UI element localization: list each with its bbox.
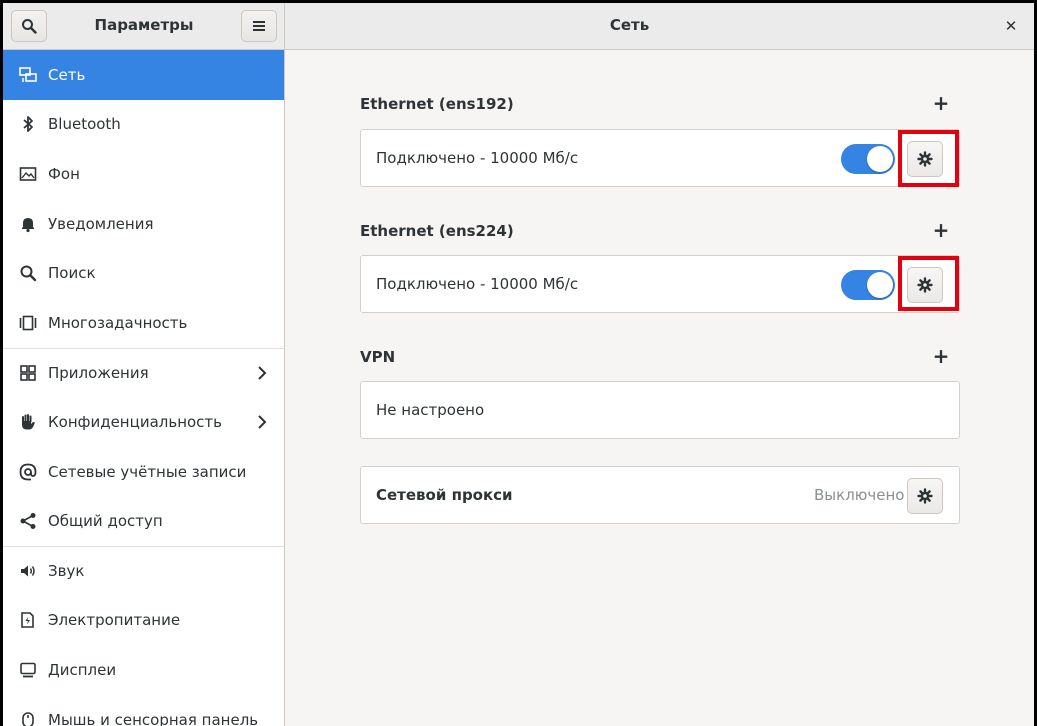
- sidebar: Сеть Bluetooth Фон Уведомления Поиск Мно…: [3, 50, 285, 726]
- close-icon: ✕: [1004, 17, 1018, 35]
- apps-grid-icon: [19, 364, 37, 382]
- sidebar-item-apps[interactable]: Приложения: [3, 347, 284, 398]
- background-icon: [19, 165, 37, 183]
- sidebar-item-background[interactable]: Фон: [3, 149, 284, 199]
- sidebar-item-multitasking[interactable]: Многозадачность: [3, 298, 284, 348]
- ethernet-ens224-card: Подключено - 10000 Мб/с: [360, 255, 960, 313]
- ethernet-ens224-title: Ethernet (ens224): [360, 222, 514, 240]
- sidebar-item-label: Конфиденциальность: [48, 412, 223, 431]
- vpn-card: Не настроено: [360, 381, 960, 439]
- ethernet-ens224-status: Подключено - 10000 Мб/с: [376, 275, 579, 293]
- highlight-frame: [898, 256, 959, 311]
- ethernet-ens224-switch[interactable]: [841, 270, 895, 300]
- sidebar-item-sound[interactable]: Звук: [3, 545, 284, 596]
- proxy-label: Сетевой прокси: [376, 486, 513, 504]
- sidebar-item-privacy[interactable]: Конфиденциальность: [3, 397, 284, 447]
- sidebar-item-label: Многозадачность: [48, 313, 188, 332]
- proxy-status: Выключено: [814, 486, 905, 504]
- sidebar-item-power[interactable]: Электропитание: [3, 596, 284, 646]
- sidebar-item-displays[interactable]: Дисплеи: [3, 645, 284, 695]
- network-icon: [19, 66, 37, 84]
- ethernet-ens192-card: Подключено - 10000 Мб/с: [360, 129, 960, 187]
- sidebar-item-label: Звук: [48, 562, 85, 581]
- sidebar-item-mouse[interactable]: Мышь и сенсорная панель: [3, 695, 284, 726]
- add-vpn-button[interactable]: +: [931, 344, 951, 368]
- bluetooth-icon: [19, 115, 37, 133]
- sidebar-header: Параметры: [3, 3, 285, 50]
- sidebar-item-label: Электропитание: [48, 611, 181, 630]
- search-icon: [19, 264, 37, 282]
- sidebar-item-label: Приложения: [48, 363, 149, 382]
- sidebar-item-network[interactable]: Сеть: [3, 50, 284, 100]
- sidebar-item-online-accounts[interactable]: Сетевые учётные записи: [3, 447, 284, 497]
- speaker-icon: [19, 562, 37, 580]
- highlight-frame: [898, 130, 959, 187]
- sidebar-item-bluetooth[interactable]: Bluetooth: [3, 100, 284, 150]
- display-icon: [19, 661, 37, 679]
- sidebar-item-label: Поиск: [48, 264, 96, 283]
- chevron-right-icon: [258, 366, 267, 380]
- proxy-card[interactable]: Сетевой прокси Выключено: [360, 466, 960, 524]
- share-icon: [19, 512, 37, 530]
- proxy-settings-button[interactable]: [907, 478, 943, 514]
- page-title: Сеть: [609, 16, 650, 34]
- bell-icon: [19, 215, 37, 233]
- gear-icon: [917, 488, 933, 504]
- sidebar-item-label: Сеть: [48, 65, 86, 84]
- hamburger-icon: [253, 21, 265, 31]
- ethernet-ens192-switch[interactable]: [841, 144, 895, 174]
- network-panel: Ethernet (ens192) + Подключено - 10000 М…: [286, 50, 1034, 726]
- switch-knob: [867, 272, 893, 298]
- power-icon: [19, 611, 37, 629]
- sidebar-item-sharing[interactable]: Общий доступ: [3, 496, 284, 546]
- ethernet-ens192-title: Ethernet (ens192): [360, 95, 514, 113]
- sidebar-item-notifications[interactable]: Уведомления: [3, 199, 284, 249]
- chevron-right-icon: [258, 415, 267, 429]
- search-button[interactable]: [11, 10, 47, 42]
- sidebar-item-label: Сетевые учётные записи: [48, 462, 247, 481]
- add-ethernet-ens224-button[interactable]: +: [931, 218, 951, 242]
- search-icon: [22, 19, 37, 34]
- at-icon: [19, 463, 37, 481]
- app-title: Параметры: [94, 16, 194, 34]
- menu-button[interactable]: [241, 10, 277, 42]
- vpn-title: VPN: [360, 348, 396, 366]
- close-button[interactable]: ✕: [998, 13, 1024, 39]
- sidebar-item-label: Дисплеи: [48, 660, 117, 679]
- multitasking-icon: [19, 314, 37, 332]
- vpn-status: Не настроено: [376, 401, 485, 419]
- sidebar-item-label: Фон: [48, 164, 80, 183]
- settings-window: Параметры Сеть ✕ Сеть Bluetooth Фон Увед…: [3, 3, 1034, 726]
- ethernet-ens192-status: Подключено - 10000 Мб/с: [376, 149, 579, 167]
- switch-knob: [867, 146, 893, 172]
- sidebar-item-label: Bluetooth: [48, 115, 121, 134]
- add-ethernet-ens192-button[interactable]: +: [931, 91, 951, 115]
- sidebar-item-label: Уведомления: [48, 214, 154, 233]
- mouse-icon: [19, 711, 37, 726]
- sidebar-item-search[interactable]: Поиск: [3, 248, 284, 298]
- hand-icon: [19, 413, 37, 431]
- header-bar: Параметры Сеть ✕: [3, 3, 1034, 50]
- sidebar-item-label: Общий доступ: [48, 512, 163, 531]
- sidebar-item-label: Мышь и сенсорная панель: [48, 710, 259, 726]
